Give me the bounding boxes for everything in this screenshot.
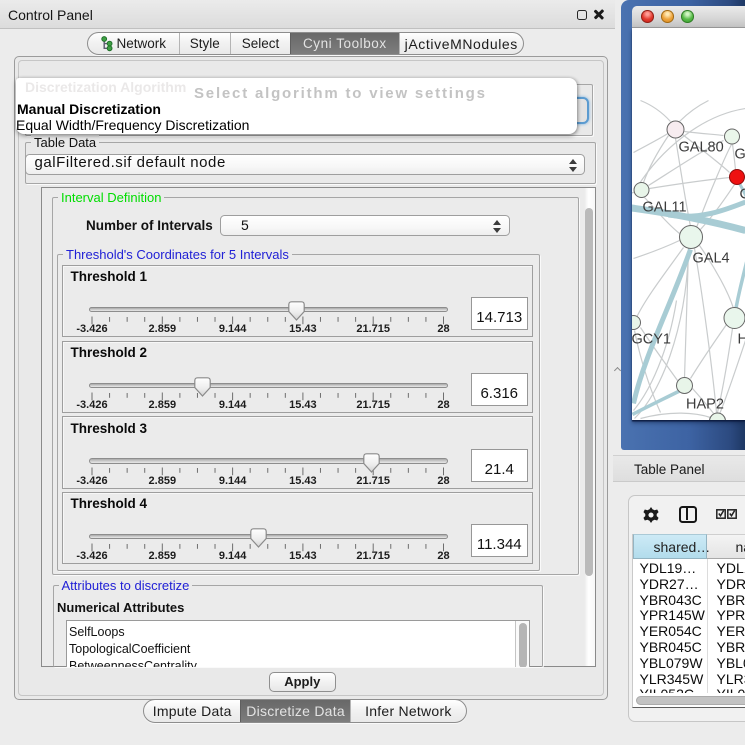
svg-text:C: C (739, 186, 745, 202)
svg-text:HA: HA (737, 331, 745, 347)
svg-text:GAL11: GAL11 (642, 199, 686, 215)
svg-text:GCY1: GCY1 (632, 331, 671, 347)
svg-text:GAL4: GAL4 (692, 250, 729, 266)
svg-text:GA: GA (734, 146, 745, 162)
svg-text:GAL80: GAL80 (678, 139, 723, 155)
svg-text:HAP2: HAP2 (686, 396, 724, 412)
